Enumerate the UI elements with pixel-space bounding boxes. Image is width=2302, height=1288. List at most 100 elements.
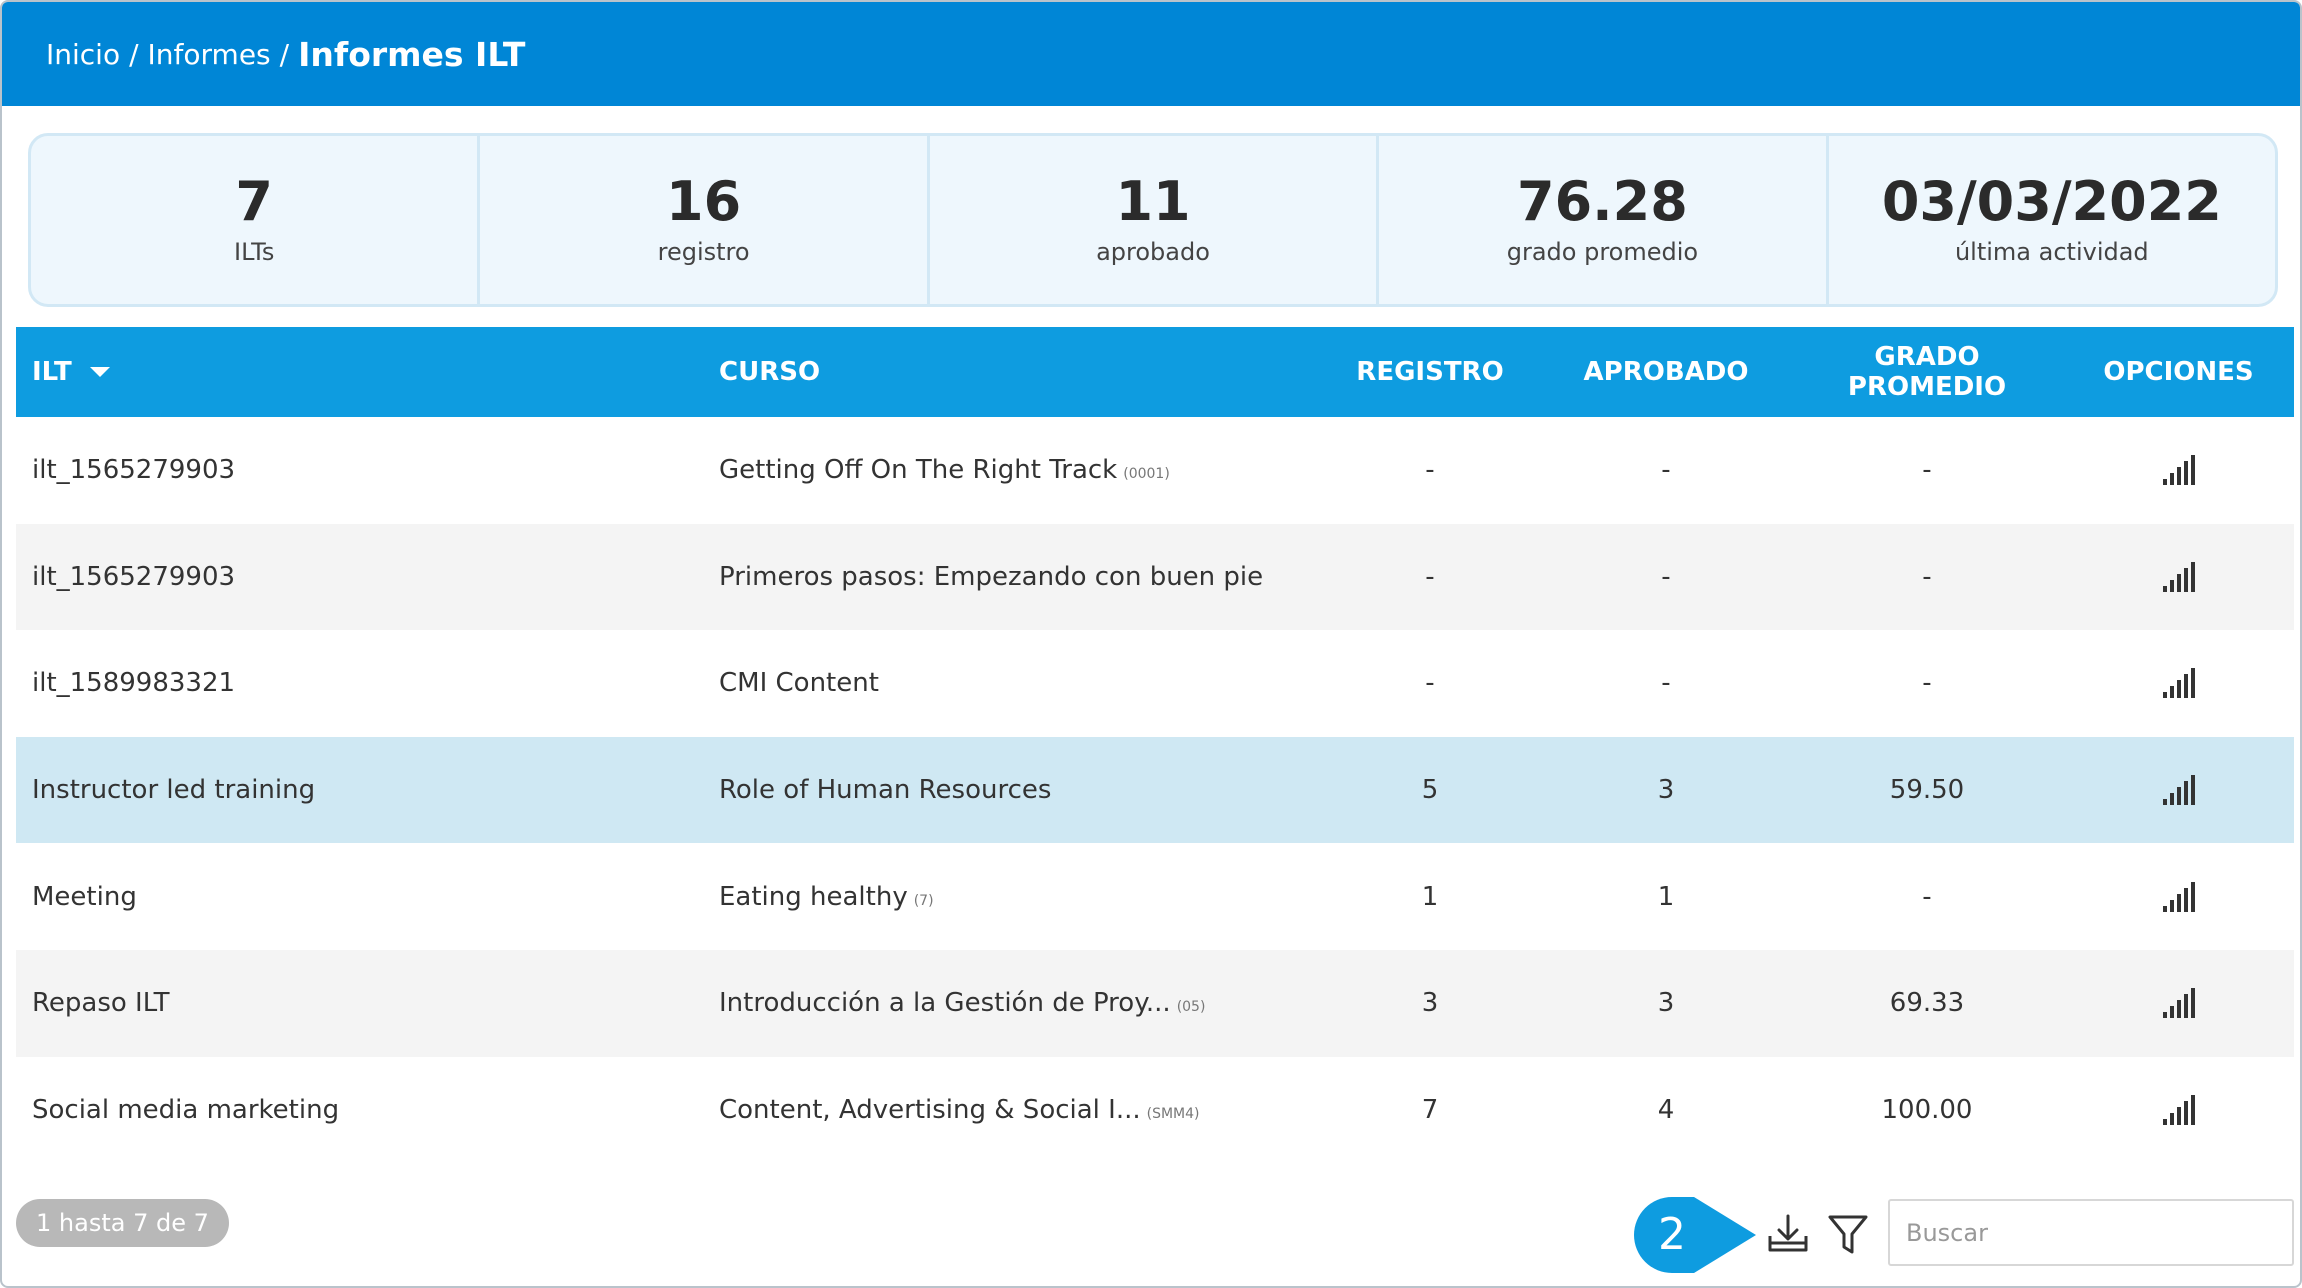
column-header-label: ILT <box>32 357 72 387</box>
column-header-aprobado[interactable]: APROBADO <box>1541 357 1791 387</box>
course-name: Role of Human Resources <box>719 775 1052 806</box>
column-header-curso[interactable]: CURSO <box>719 357 1319 387</box>
table-row[interactable]: ilt_1589983321 CMI Content - - - <box>16 630 2294 737</box>
cell-registro: 7 <box>1421 1094 1439 1125</box>
table-row[interactable]: Meeting Eating healthy (7) 1 1 - <box>16 843 2294 950</box>
signal-bars-icon[interactable] <box>2162 775 2195 806</box>
course-code: (SMM4) <box>1146 1105 1200 1122</box>
cell-grado-promedio: 100.00 <box>1881 1094 1973 1125</box>
column-header-grado-promedio[interactable]: GRADO PROMEDIO <box>1791 342 2063 402</box>
cell-opciones <box>2063 561 2294 592</box>
step-badge: 2 <box>1634 1197 1756 1273</box>
cell-aprobado: 1 <box>1657 881 1675 912</box>
course-code: (0001) <box>1123 466 1170 483</box>
column-header-label: CURSO <box>719 357 821 387</box>
cell-ilt: Social media marketing <box>32 1094 340 1125</box>
course-name: CMI Content <box>719 668 879 699</box>
table-row[interactable]: Social media marketing Content, Advertis… <box>16 1057 2294 1164</box>
cell-curso: CMI Content <box>719 668 1319 698</box>
cell-grado-promedio: - <box>1922 668 1932 699</box>
course-name: Primeros pasos: Empezando con buen pie <box>719 561 1264 592</box>
table-row[interactable]: Instructor led training Role of Human Re… <box>16 736 2294 844</box>
stat-value: 16 <box>666 169 742 233</box>
stat-label: registro <box>657 238 750 267</box>
breadcrumb-separator: / <box>129 37 139 71</box>
pagination-count: 1 hasta 7 de 7 <box>16 1199 229 1247</box>
cell-registro: - <box>1425 455 1435 486</box>
caret-down-icon <box>89 367 110 377</box>
cell-ilt: Repaso ILT <box>32 988 170 1019</box>
table-row[interactable]: Repaso ILT Introducción a la Gestión de … <box>16 949 2294 1057</box>
table-header: ILT CURSO REGISTRO APROBADO GRADO PROMED… <box>16 327 2294 417</box>
course-code: (05) <box>1176 999 1206 1016</box>
cell-registro: 5 <box>1421 775 1439 806</box>
breadcrumb-home[interactable]: Inicio <box>46 38 120 71</box>
signal-bars-icon[interactable] <box>2162 455 2195 486</box>
cell-grado-promedio: - <box>1922 561 1932 592</box>
signal-bars-icon[interactable] <box>2162 668 2195 699</box>
breadcrumb-reports[interactable]: Informes <box>148 38 271 71</box>
cell-aprobado: 4 <box>1657 1094 1675 1125</box>
cell-grado-promedio: 59.50 <box>1889 775 1965 806</box>
header-bar: Inicio / Informes / Informes ILT <box>2 2 2300 106</box>
course-code: (7) <box>913 892 934 909</box>
cell-opciones <box>2063 988 2294 1019</box>
stat-value: 03/03/2022 <box>1881 169 2222 233</box>
cell-registro: 3 <box>1421 988 1439 1019</box>
cell-aprobado: - <box>1661 561 1671 592</box>
column-header-registro[interactable]: REGISTRO <box>1319 357 1541 387</box>
breadcrumb-separator: / <box>279 37 290 71</box>
download-tray-icon[interactable] <box>1766 1212 1810 1256</box>
table-row[interactable]: ilt_1565279903 Primeros pasos: Empezando… <box>16 523 2294 631</box>
step-number: 2 <box>1658 1209 1686 1260</box>
cell-curso: Introducción a la Gestión de Proy... (05) <box>719 988 1319 1018</box>
cell-opciones <box>2063 668 2294 699</box>
cell-opciones <box>2063 775 2294 806</box>
stat-ilts: 7 ILTs <box>31 136 481 304</box>
cell-curso: Getting Off On The Right Track (0001) <box>719 455 1319 485</box>
cell-curso: Role of Human Resources <box>719 775 1319 805</box>
page-title: Informes ILT <box>298 34 526 74</box>
stat-value: 7 <box>235 169 273 233</box>
cell-ilt: ilt_1565279903 <box>32 455 236 486</box>
cell-registro: - <box>1425 561 1435 592</box>
app-frame: Inicio / Informes / Informes ILT 7 ILTs … <box>0 0 2302 1288</box>
stat-label: grado promedio <box>1506 238 1699 267</box>
cell-aprobado: 3 <box>1657 775 1675 806</box>
funnel-icon[interactable] <box>1828 1214 1868 1256</box>
cell-ilt: Instructor led training <box>32 775 316 806</box>
cell-registro: 1 <box>1421 881 1439 912</box>
course-name: Getting Off On The Right Track <box>719 455 1118 486</box>
signal-bars-icon[interactable] <box>2162 881 2195 912</box>
column-header-opciones: OPCIONES <box>2103 357 2254 387</box>
signal-bars-icon[interactable] <box>2162 561 2195 592</box>
cell-ilt: Meeting <box>32 881 137 912</box>
cell-opciones <box>2063 455 2294 486</box>
course-name: Content, Advertising & Social I... <box>719 1094 1141 1125</box>
ilt-report-table: ILT CURSO REGISTRO APROBADO GRADO PROMED… <box>16 327 2294 1163</box>
signal-bars-icon[interactable] <box>2162 988 2195 1019</box>
cell-curso: Primeros pasos: Empezando con buen pie <box>719 562 1319 592</box>
stat-label: ILTs <box>234 238 275 267</box>
cell-opciones <box>2063 881 2294 912</box>
cell-grado-promedio: - <box>1922 455 1932 486</box>
cell-registro: - <box>1425 668 1435 699</box>
stat-grado-promedio: 76.28 grado promedio <box>1379 136 1829 304</box>
course-name: Introducción a la Gestión de Proy... <box>719 988 1171 1019</box>
table-row[interactable]: ilt_1565279903 Getting Off On The Right … <box>16 417 2294 524</box>
signal-bars-icon[interactable] <box>2162 1094 2195 1125</box>
search-input[interactable] <box>1888 1199 2294 1266</box>
stat-label: aprobado <box>1096 238 1210 267</box>
column-header-ilt[interactable]: ILT <box>16 357 719 387</box>
cell-ilt: ilt_1565279903 <box>32 561 236 592</box>
stat-registro: 16 registro <box>480 136 930 304</box>
stats-panel: 7 ILTs 16 registro 11 aprobado 76.28 gra… <box>28 133 2278 307</box>
stat-value: 11 <box>1115 169 1191 233</box>
cell-aprobado: - <box>1661 455 1671 486</box>
stat-ultima-actividad: 03/03/2022 última actividad <box>1829 136 2275 304</box>
cell-opciones <box>2063 1094 2294 1125</box>
course-name: Eating healthy <box>719 881 908 912</box>
cell-curso: Content, Advertising & Social I... (SMM4) <box>719 1095 1319 1125</box>
cell-grado-promedio: 69.33 <box>1889 988 1965 1019</box>
cell-ilt: ilt_1589983321 <box>32 668 236 699</box>
